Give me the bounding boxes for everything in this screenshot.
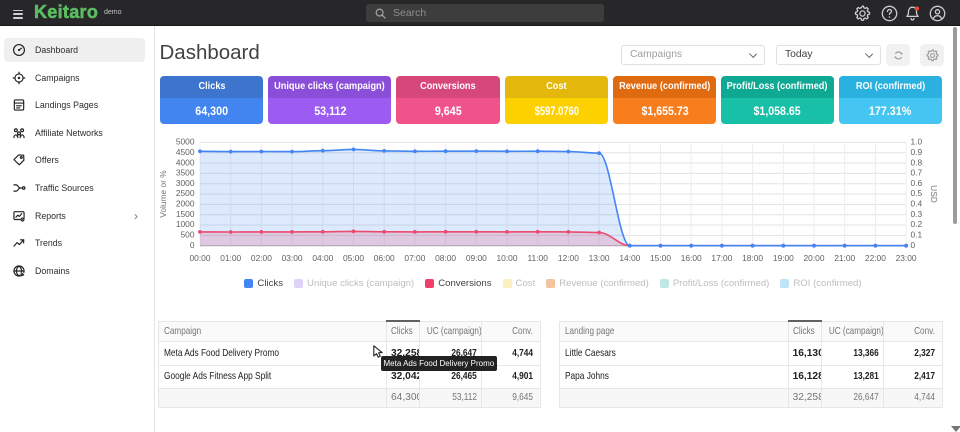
svg-text:01:00: 01:00 xyxy=(220,253,241,263)
svg-text:500: 500 xyxy=(181,230,195,240)
svg-text:Volume or %: Volume or % xyxy=(158,170,168,218)
svg-text:22:00: 22:00 xyxy=(865,253,886,263)
svg-text:0.9: 0.9 xyxy=(911,147,923,157)
svg-text:0: 0 xyxy=(911,240,916,250)
svg-text:17:00: 17:00 xyxy=(711,253,732,263)
svg-text:0.4: 0.4 xyxy=(911,199,923,209)
svg-text:12:00: 12:00 xyxy=(558,253,579,263)
svg-text:09:00: 09:00 xyxy=(466,253,487,263)
svg-text:11:00: 11:00 xyxy=(528,253,549,263)
svg-text:1500: 1500 xyxy=(176,209,195,219)
svg-text:21:00: 21:00 xyxy=(834,253,855,263)
svg-text:18:00: 18:00 xyxy=(742,253,763,263)
svg-text:03:00: 03:00 xyxy=(282,253,303,263)
svg-text:00:00: 00:00 xyxy=(190,253,211,263)
svg-text:04:00: 04:00 xyxy=(312,253,333,263)
svg-text:0.8: 0.8 xyxy=(911,157,923,167)
svg-text:05:00: 05:00 xyxy=(343,253,364,263)
svg-text:19:00: 19:00 xyxy=(773,253,794,263)
svg-text:16:00: 16:00 xyxy=(681,253,702,263)
svg-text:02:00: 02:00 xyxy=(251,253,272,263)
svg-text:0.1: 0.1 xyxy=(911,230,923,240)
svg-text:06:00: 06:00 xyxy=(374,253,395,263)
svg-text:0.3: 0.3 xyxy=(911,209,923,219)
svg-text:08:00: 08:00 xyxy=(435,253,456,263)
svg-text:1000: 1000 xyxy=(176,219,195,229)
svg-text:2000: 2000 xyxy=(176,199,195,209)
svg-text:1.0: 1.0 xyxy=(911,137,923,147)
svg-text:07:00: 07:00 xyxy=(404,253,425,263)
svg-text:3500: 3500 xyxy=(176,168,195,178)
svg-text:23:00: 23:00 xyxy=(896,253,917,263)
svg-text:0.5: 0.5 xyxy=(911,188,923,198)
svg-text:0.7: 0.7 xyxy=(911,168,923,178)
svg-text:5000: 5000 xyxy=(176,137,195,147)
svg-text:4500: 4500 xyxy=(176,147,195,157)
svg-text:0.6: 0.6 xyxy=(911,178,923,188)
svg-text:20:00: 20:00 xyxy=(804,253,825,263)
svg-text:USD: USD xyxy=(929,185,939,203)
svg-text:10:00: 10:00 xyxy=(497,253,518,263)
svg-text:2500: 2500 xyxy=(176,188,195,198)
svg-text:3000: 3000 xyxy=(176,178,195,188)
svg-text:14:00: 14:00 xyxy=(619,253,640,263)
svg-text:0: 0 xyxy=(190,240,195,250)
svg-text:4000: 4000 xyxy=(176,157,195,167)
svg-text:15:00: 15:00 xyxy=(650,253,671,263)
svg-text:13:00: 13:00 xyxy=(589,253,610,263)
svg-text:0.2: 0.2 xyxy=(911,219,923,229)
